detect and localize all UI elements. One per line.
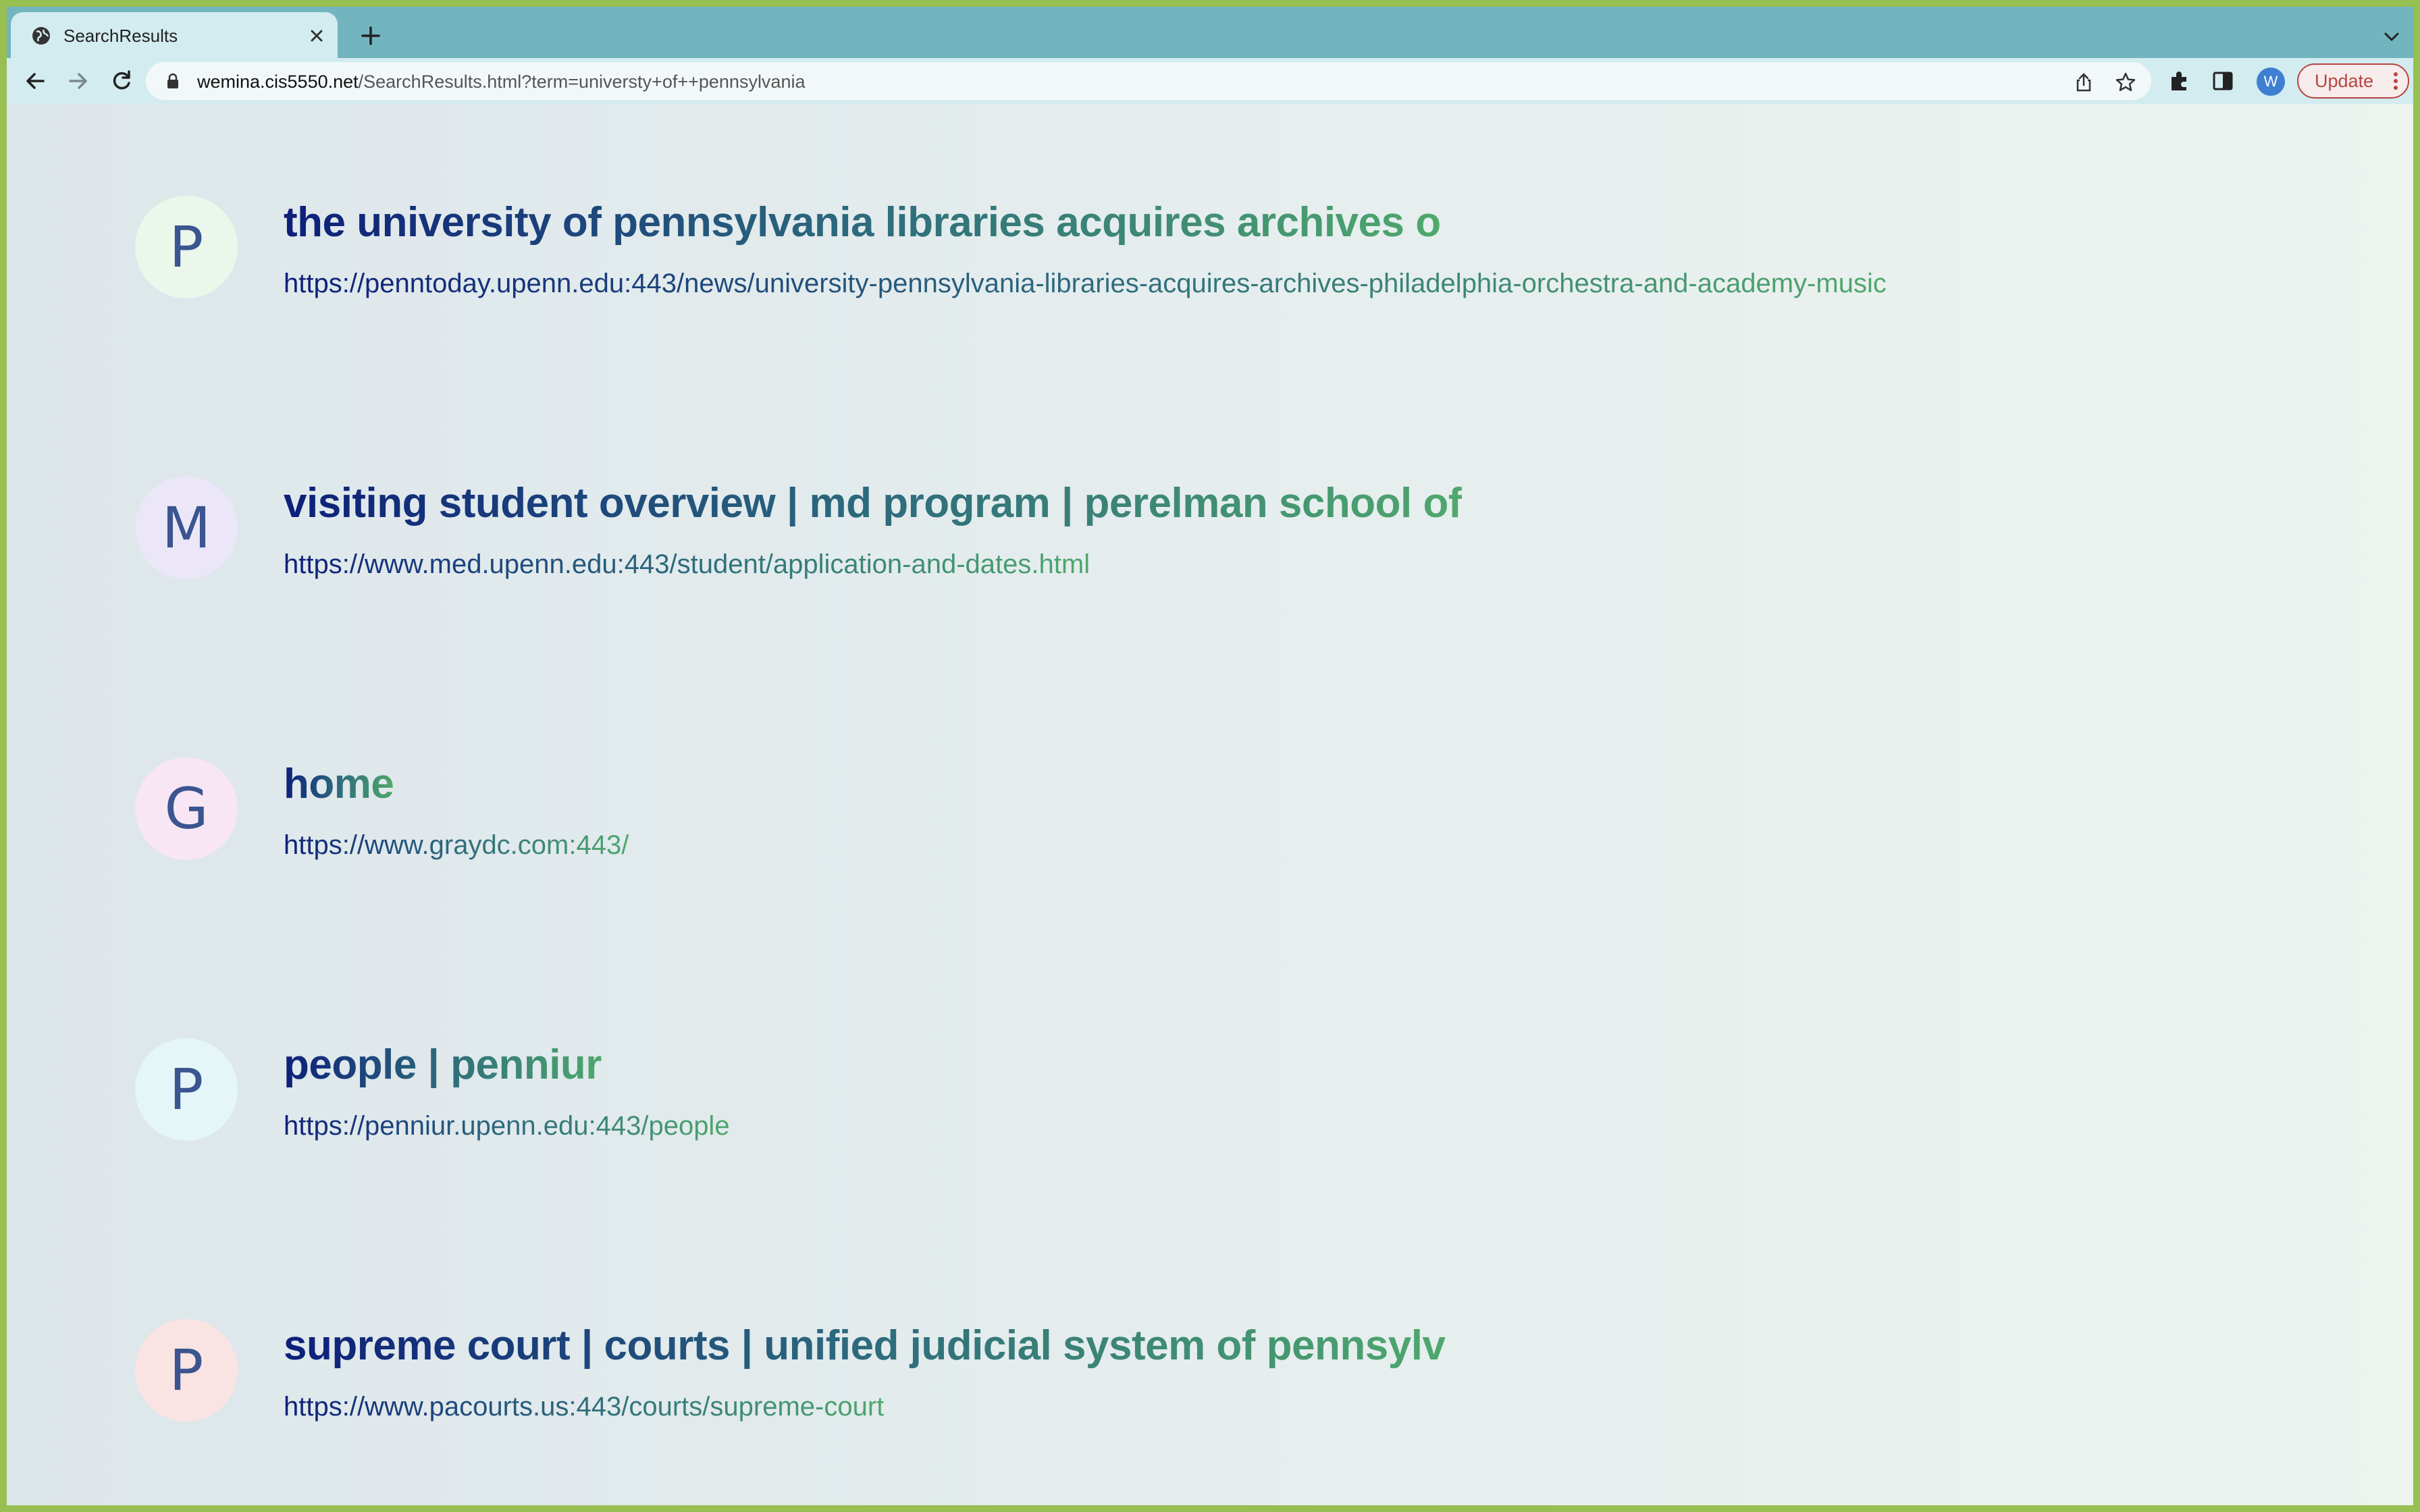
result-url-link[interactable]: https://penniur.upenn.edu:443/people xyxy=(284,1108,730,1143)
update-button[interactable]: Update xyxy=(2297,63,2409,99)
result-avatar: P xyxy=(135,1319,238,1422)
profile-avatar[interactable]: W xyxy=(2257,68,2285,96)
search-result: P supreme court | courts | unified judic… xyxy=(7,1319,2413,1505)
result-url-link[interactable]: https://www.graydc.com:443/ xyxy=(284,828,629,863)
search-results-page: P the university of pennsylvania librari… xyxy=(7,104,2413,1505)
browser-toolbar: wemina.cis5550.net/SearchResults.html?te… xyxy=(7,58,2413,104)
result-avatar: P xyxy=(135,196,238,298)
new-tab-icon[interactable] xyxy=(359,24,382,47)
result-avatar: M xyxy=(135,477,238,579)
result-title[interactable]: the university of pennsylvania libraries… xyxy=(284,196,1441,250)
extensions-icon[interactable] xyxy=(2166,68,2193,94)
tab-search-results[interactable]: SearchResults xyxy=(11,12,338,58)
share-icon[interactable] xyxy=(2073,72,2095,93)
tab-strip: SearchResults xyxy=(7,7,2413,58)
search-result: P people | penniur https://penniur.upenn… xyxy=(7,1038,2413,1241)
search-result: G home https://www.graydc.com:443/ xyxy=(7,757,2413,960)
globe-icon xyxy=(32,27,50,45)
result-title[interactable]: supreme court | courts | unified judicia… xyxy=(284,1319,1446,1373)
back-icon[interactable] xyxy=(22,68,49,94)
url-path: /SearchResults.html?term=universty+of++p… xyxy=(358,72,806,92)
more-menu-icon[interactable] xyxy=(2393,72,2398,90)
chevron-down-icon[interactable] xyxy=(2381,26,2402,47)
url-text[interactable]: wemina.cis5550.net/SearchResults.html?te… xyxy=(197,70,805,93)
browser-window: SearchResults wemina.cis5550.net/SearchR… xyxy=(0,0,2420,1512)
side-panel-icon[interactable] xyxy=(2209,68,2236,94)
result-title[interactable]: home xyxy=(284,757,394,811)
result-url-link[interactable]: https://penntoday.upenn.edu:443/news/uni… xyxy=(284,266,1887,301)
update-label: Update xyxy=(2315,71,2374,91)
reload-icon[interactable] xyxy=(108,68,135,94)
address-bar[interactable]: wemina.cis5550.net/SearchResults.html?te… xyxy=(146,62,2151,100)
result-title[interactable]: visiting student overview | md program |… xyxy=(284,477,1462,531)
result-avatar: P xyxy=(135,1038,238,1141)
result-url-link[interactable]: https://www.pacourts.us:443/courts/supre… xyxy=(284,1389,884,1424)
close-icon[interactable] xyxy=(305,24,328,47)
url-host: wemina.cis5550.net xyxy=(197,72,359,92)
search-result: P the university of pennsylvania librari… xyxy=(7,196,2413,398)
result-url-link[interactable]: https://www.med.upenn.edu:443/student/ap… xyxy=(284,547,1090,582)
search-result: M visiting student overview | md program… xyxy=(7,477,2413,679)
tab-title: SearchResults xyxy=(63,26,178,46)
lock-icon xyxy=(167,73,178,88)
forward-icon[interactable] xyxy=(65,68,92,94)
result-title[interactable]: people | penniur xyxy=(284,1038,602,1092)
star-icon[interactable] xyxy=(2115,72,2136,93)
result-avatar: G xyxy=(135,757,238,860)
